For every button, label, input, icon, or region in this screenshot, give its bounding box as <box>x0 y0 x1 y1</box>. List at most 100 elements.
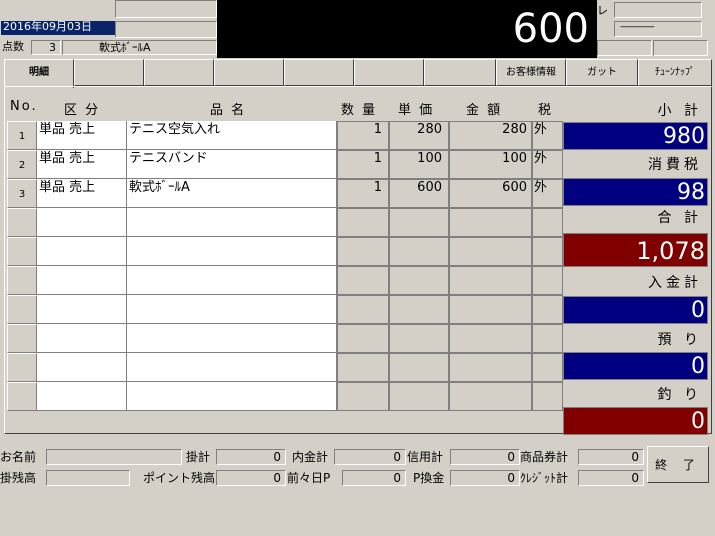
cell-amount-text: 100 <box>502 151 527 166</box>
cell-price <box>389 208 449 237</box>
cell-name <box>127 295 337 324</box>
header-right-field-1 <box>614 2 702 18</box>
header-field-2 <box>115 21 217 38</box>
table-row[interactable]: 3 単品 売上 軟式ﾎﾞｰﾙA 1 600 600 外 <box>7 179 563 208</box>
table-row[interactable] <box>7 324 563 353</box>
cell-amount <box>449 237 532 266</box>
cell-type <box>37 353 127 382</box>
cell-tax <box>532 382 563 411</box>
tab-gut[interactable]: ガット <box>566 59 638 86</box>
cell-type <box>37 295 127 324</box>
name-field[interactable] <box>46 449 182 465</box>
paid-label: 入金計 <box>648 275 702 291</box>
credit-field: 0 <box>450 449 520 465</box>
tab-blank-4[interactable] <box>284 59 354 86</box>
cell-price: 600 <box>389 179 449 208</box>
cell-tax: 外 <box>532 121 563 150</box>
table-row[interactable] <box>7 266 563 295</box>
cell-tax <box>532 266 563 295</box>
total-value: 1,078 <box>563 233 708 267</box>
cell-price <box>389 324 449 353</box>
col-header-type: 区 分 <box>64 103 101 118</box>
tab-customer-info[interactable]: お客様情報 <box>496 59 566 86</box>
prevday-field: 0 <box>342 470 406 486</box>
tab-details[interactable]: 明細 <box>4 59 74 88</box>
change-label: 釣 り <box>657 387 702 403</box>
cell-type <box>37 382 127 411</box>
change-value: 0 <box>563 407 708 435</box>
cell-name <box>127 266 337 295</box>
cell-name <box>127 353 337 382</box>
cell-tax <box>532 237 563 266</box>
tab-blank-2[interactable] <box>144 59 214 86</box>
cell-no[interactable]: 2 <box>7 150 37 179</box>
pconv-label: P換金 <box>413 471 445 485</box>
uchikin-field: 0 <box>334 449 406 465</box>
table-row[interactable] <box>7 353 563 382</box>
cell-qty <box>337 382 389 411</box>
paid-value: 0 <box>563 296 708 324</box>
cell-price <box>389 382 449 411</box>
cell-price: 100 <box>389 150 449 179</box>
header-right-field-3 <box>597 40 652 56</box>
kake-field: 0 <box>216 449 286 465</box>
cell-name <box>127 208 337 237</box>
cell-amount <box>449 324 532 353</box>
cell-type-text: 単品 売上 <box>39 122 96 137</box>
cell-amount <box>449 208 532 237</box>
col-header-qty: 数 量 <box>341 103 378 118</box>
tab-blank-5[interactable] <box>354 59 424 86</box>
cell-type <box>37 208 127 237</box>
item-count: 3 <box>31 40 61 55</box>
table-row[interactable]: 2 単品 売上 テニスバンド 1 100 100 外 <box>7 150 563 179</box>
count-label: 点数 <box>2 40 24 53</box>
cell-amount <box>449 266 532 295</box>
cell-qty: 1 <box>337 150 389 179</box>
cell-no[interactable] <box>7 208 37 237</box>
cell-no[interactable] <box>7 324 37 353</box>
cell-tax-text: 外 <box>534 180 548 195</box>
cell-no[interactable] <box>7 237 37 266</box>
display-amount: 600 <box>512 6 589 52</box>
point-label: ポイント残高 <box>143 471 216 485</box>
uchikin-label: 内金計 <box>292 450 329 464</box>
table-row[interactable] <box>7 237 563 266</box>
cell-name-text: テニス空気入れ <box>129 122 221 137</box>
cell-name: 軟式ﾎﾞｰﾙA <box>127 179 337 208</box>
end-button[interactable]: 終 了 <box>647 446 709 483</box>
deposit-label: 預 り <box>657 332 702 348</box>
cell-no[interactable] <box>7 295 37 324</box>
col-header-amount: 金 額 <box>466 103 503 118</box>
table-row[interactable] <box>7 382 563 411</box>
cell-qty-text: 1 <box>373 151 382 166</box>
table-row[interactable] <box>7 208 563 237</box>
tab-blank-6[interactable] <box>424 59 496 86</box>
tab-blank-3[interactable] <box>214 59 284 86</box>
cell-no[interactable] <box>7 382 37 411</box>
cell-qty: 1 <box>337 179 389 208</box>
cell-no[interactable]: 1 <box>7 121 37 150</box>
col-header-tax: 税 <box>538 103 554 118</box>
kakezan-label: 掛残高 <box>0 471 37 485</box>
cell-no[interactable] <box>7 353 37 382</box>
cell-qty <box>337 324 389 353</box>
cell-type <box>37 266 127 295</box>
tax-label: 消費税 <box>648 157 702 173</box>
cell-amount: 600 <box>449 179 532 208</box>
cell-no[interactable]: 3 <box>7 179 37 208</box>
cell-price: 280 <box>389 121 449 150</box>
cell-tax: 外 <box>532 150 563 179</box>
tab-tune-up[interactable]: ﾁｭｰﾝﾅｯﾌﾟ <box>638 59 712 86</box>
cell-price <box>389 295 449 324</box>
credit-label: 信用計 <box>407 450 444 464</box>
cell-amount-text: 600 <box>502 180 527 195</box>
display-unit: レ <box>597 4 608 17</box>
cell-no[interactable] <box>7 266 37 295</box>
cell-name <box>127 237 337 266</box>
deposit-value: 0 <box>563 352 708 380</box>
table-row[interactable]: 1 単品 売上 テニス空気入れ 1 280 280 外 <box>7 121 563 150</box>
tab-blank-1[interactable] <box>74 59 144 86</box>
table-row[interactable] <box>7 295 563 324</box>
header-dashes: --------------- <box>620 22 655 32</box>
cell-amount: 100 <box>449 150 532 179</box>
